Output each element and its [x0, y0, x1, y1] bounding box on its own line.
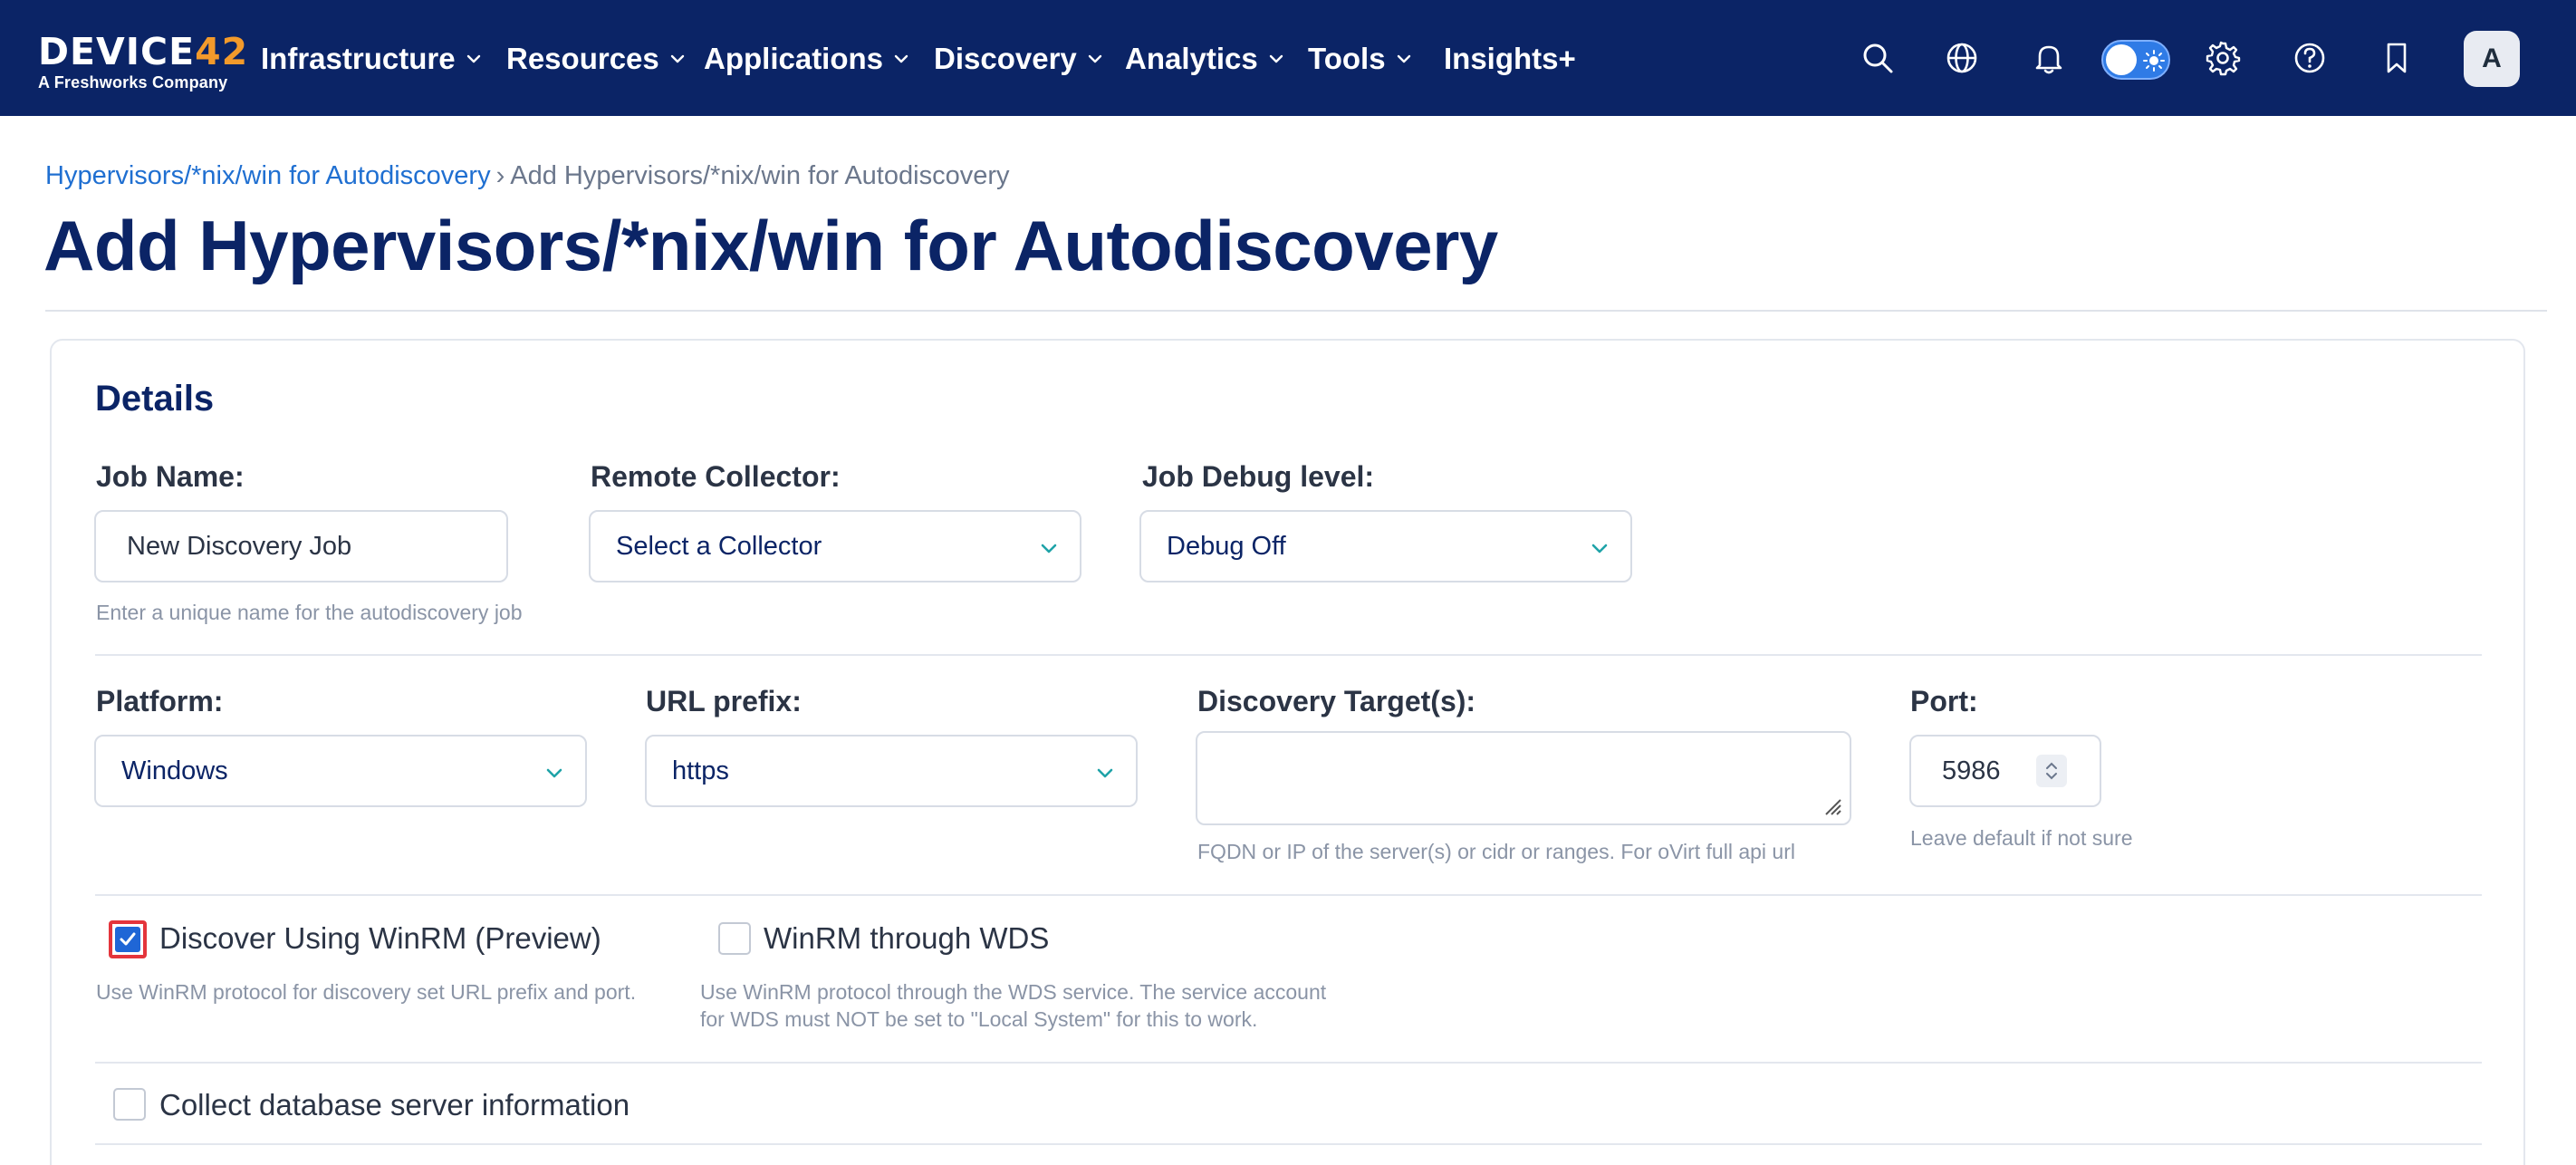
- job-name-help: Enter a unique name for the autodiscover…: [96, 601, 523, 624]
- remote-collector-select[interactable]: Select a Collector: [589, 510, 1081, 582]
- winrm-label[interactable]: Discover Using WinRM (Preview): [159, 921, 601, 956]
- nav-label: Analytics: [1125, 42, 1258, 75]
- theme-toggle[interactable]: [2101, 40, 2170, 80]
- breadcrumb: Hypervisors/*nix/win for Autodiscovery › A…: [45, 161, 1009, 191]
- chevron-down-icon: [1591, 544, 1608, 554]
- nav-applications[interactable]: Applications: [704, 38, 910, 80]
- port-input[interactable]: 5986: [1909, 735, 2101, 807]
- winrm-help: Use WinRM protocol for discovery set URL…: [96, 980, 637, 1004]
- breadcrumb-current: Add Hypervisors/*nix/win for Autodiscove…: [510, 161, 1010, 190]
- job-debug-label: Job Debug level:: [1142, 460, 1375, 493]
- bookmark-icon[interactable]: [2379, 40, 2415, 76]
- logo-text: DEVICE: [38, 30, 196, 73]
- nav-label: Infrastructure: [261, 42, 456, 75]
- chevron-down-icon: [1097, 768, 1113, 778]
- chevron-down-icon: [894, 54, 908, 63]
- discovery-targets-textarea[interactable]: [1196, 731, 1851, 825]
- remote-collector-label: Remote Collector:: [591, 460, 841, 493]
- chevron-down-icon: [1041, 544, 1057, 554]
- chevron-down-icon: [546, 768, 562, 778]
- platform-select[interactable]: Windows: [94, 735, 587, 807]
- discovery-targets-label: Discovery Target(s):: [1197, 685, 1476, 717]
- chevron-down-icon: [2046, 773, 2057, 780]
- winrm-wds-help-line1: Use WinRM protocol through the WDS servi…: [700, 980, 1327, 1004]
- nav-insights[interactable]: Insights+: [1444, 38, 1576, 80]
- nav-label: Resources: [506, 42, 659, 75]
- nav-resources[interactable]: Resources: [506, 38, 687, 80]
- job-debug-select[interactable]: Debug Off: [1139, 510, 1632, 582]
- nav-analytics[interactable]: Analytics: [1125, 38, 1285, 80]
- page-title: Add Hypervisors/*nix/win for Autodiscove…: [43, 206, 1498, 285]
- breadcrumb-separator: ›: [495, 161, 505, 190]
- collect-db-checkbox[interactable]: [113, 1088, 146, 1121]
- winrm-wds-label[interactable]: WinRM through WDS: [764, 921, 1049, 956]
- row-divider: [95, 654, 2482, 656]
- job-name-input[interactable]: New Discovery Job: [94, 510, 508, 582]
- port-help: Leave default if not sure: [1910, 826, 2133, 850]
- port-value: 5986: [1942, 756, 2001, 785]
- chevron-down-icon: [670, 54, 684, 63]
- details-section-title: Details: [95, 379, 215, 419]
- logo-accent-text: 42: [195, 30, 249, 73]
- url-prefix-value: https: [672, 756, 729, 785]
- nav-label: Insights+: [1444, 42, 1576, 75]
- checkmark-icon: [120, 932, 136, 946]
- user-avatar[interactable]: A: [2464, 31, 2520, 87]
- chevron-down-icon: [1397, 54, 1410, 63]
- chevron-down-icon: [1269, 54, 1283, 63]
- logo-subtitle: A Freshworks Company: [38, 73, 228, 91]
- port-label: Port:: [1910, 685, 1978, 717]
- job-name-label: Job Name:: [96, 460, 245, 493]
- nav-discovery[interactable]: Discovery: [934, 38, 1104, 80]
- toggle-knob: [2106, 44, 2137, 75]
- search-icon[interactable]: [1860, 40, 1896, 76]
- chevron-down-icon: [1088, 54, 1101, 63]
- winrm-wds-help-line2: for WDS must NOT be set to "Local System…: [700, 1007, 1258, 1031]
- row-divider: [95, 1143, 2482, 1145]
- sun-icon: [2143, 50, 2165, 72]
- title-divider: [45, 310, 2547, 312]
- chevron-up-icon: [2046, 762, 2057, 769]
- globe-icon[interactable]: [1944, 40, 1980, 76]
- platform-label: Platform:: [96, 685, 224, 717]
- url-prefix-select[interactable]: https: [645, 735, 1138, 807]
- collect-db-label[interactable]: Collect database server information: [159, 1088, 630, 1122]
- chevron-down-icon: [466, 54, 480, 63]
- nav-label: Applications: [704, 42, 884, 75]
- url-prefix-label: URL prefix:: [646, 685, 802, 717]
- platform-value: Windows: [121, 756, 228, 785]
- winrm-wds-checkbox[interactable]: [718, 922, 751, 955]
- job-debug-value: Debug Off: [1167, 531, 1286, 561]
- row-divider: [95, 894, 2482, 896]
- row-divider: [95, 1062, 2482, 1064]
- nav-infrastructure[interactable]: Infrastructure: [261, 38, 483, 80]
- nav-label: Tools: [1308, 42, 1386, 75]
- nav-tools[interactable]: Tools: [1308, 38, 1413, 80]
- discovery-targets-help: FQDN or IP of the server(s) or cidr or r…: [1197, 840, 1795, 863]
- device42-logo[interactable]: DEVICE42 A Freshworks Company: [38, 30, 247, 96]
- winrm-checkbox[interactable]: [109, 920, 147, 958]
- top-navigation: DEVICE42 A Freshworks Company Infrastruc…: [0, 0, 2576, 116]
- help-icon[interactable]: [2292, 40, 2328, 76]
- breadcrumb-parent-link[interactable]: Hypervisors/*nix/win for Autodiscovery: [45, 161, 491, 190]
- nav-label: Discovery: [934, 42, 1077, 75]
- port-stepper[interactable]: [2036, 755, 2067, 787]
- resize-grip-icon[interactable]: [1822, 796, 1842, 816]
- remote-collector-value: Select a Collector: [616, 531, 822, 561]
- gear-icon[interactable]: [2205, 40, 2241, 76]
- bell-icon[interactable]: [2031, 40, 2067, 76]
